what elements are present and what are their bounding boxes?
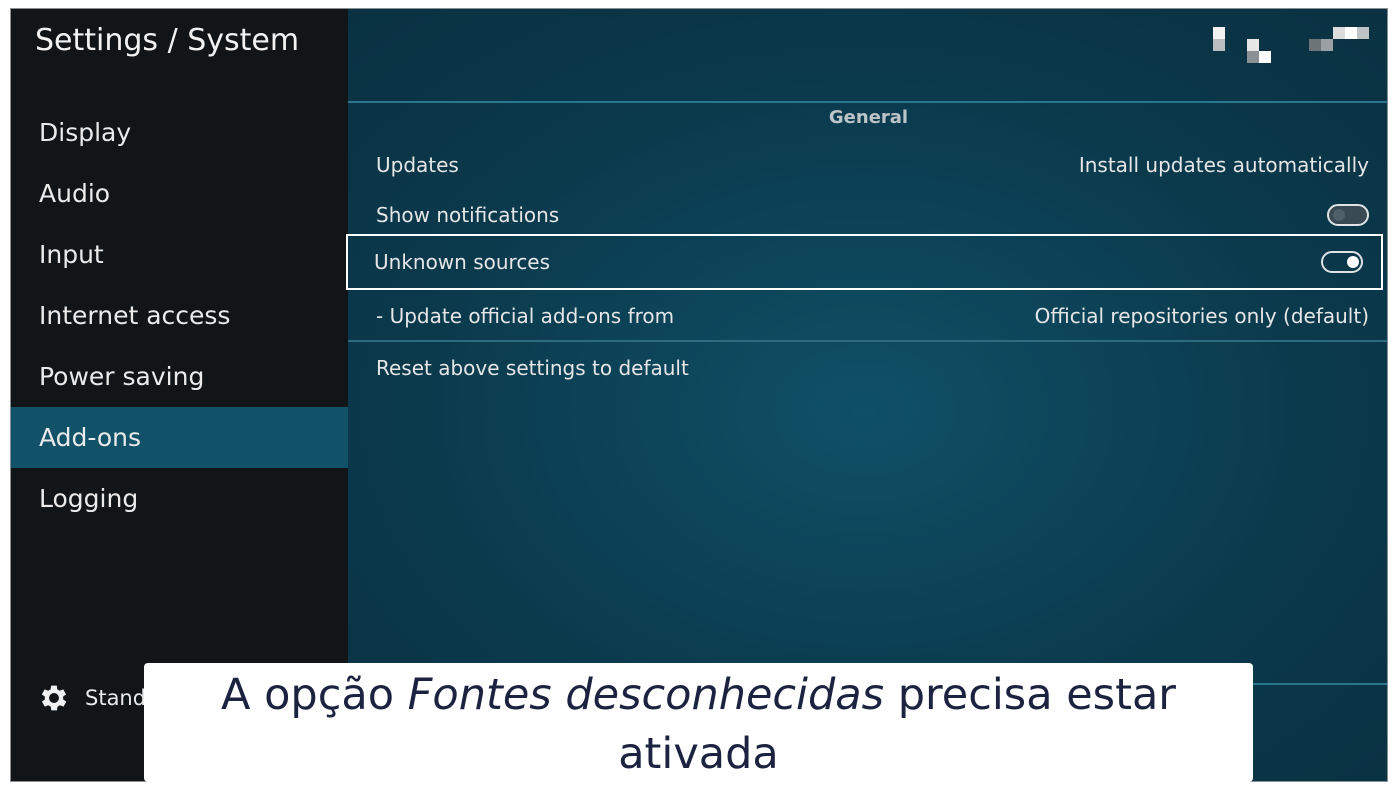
header-divider bbox=[348, 101, 1387, 103]
setting-label: Updates bbox=[376, 153, 459, 177]
setting-update-official-addons-from[interactable]: - Update official add-ons from Official … bbox=[348, 291, 1387, 341]
window-title: Settings / System bbox=[35, 23, 300, 58]
setting-label: - Update official add-ons from bbox=[376, 304, 675, 328]
show-notifications-toggle[interactable] bbox=[1327, 204, 1369, 226]
sidebar-item-audio[interactable]: Audio bbox=[11, 163, 348, 224]
unknown-sources-toggle[interactable] bbox=[1321, 251, 1363, 273]
reset-settings-button[interactable]: Reset above settings to default bbox=[348, 343, 1387, 393]
sidebar-item-input[interactable]: Input bbox=[11, 224, 348, 285]
settings-category-menu: Display Audio Input Internet access Powe… bbox=[11, 102, 348, 529]
setting-value: Official repositories only (default) bbox=[1034, 304, 1369, 328]
setting-show-notifications[interactable]: Show notifications bbox=[348, 190, 1387, 240]
pixelated-logo bbox=[1209, 27, 1369, 67]
sidebar-item-add-ons[interactable]: Add-ons bbox=[11, 407, 348, 468]
caption-prefix: A opção bbox=[221, 670, 408, 720]
caption-emphasis: Fontes desconhecidas bbox=[407, 670, 885, 720]
settings-divider bbox=[348, 340, 1387, 342]
sidebar-item-display[interactable]: Display bbox=[11, 102, 348, 163]
setting-value: Install updates automatically bbox=[1078, 153, 1369, 177]
caption-overlay: A opção Fontes desconhecidas precisa est… bbox=[144, 663, 1253, 782]
sidebar-item-internet-access[interactable]: Internet access bbox=[11, 285, 348, 346]
gear-icon bbox=[41, 685, 67, 711]
sidebar-item-logging[interactable]: Logging bbox=[11, 468, 348, 529]
setting-label: Show notifications bbox=[376, 203, 560, 227]
setting-label: Unknown sources bbox=[374, 250, 551, 274]
settings-level-button[interactable]: Standa bbox=[37, 681, 159, 715]
setting-unknown-sources[interactable]: Unknown sources bbox=[346, 234, 1383, 290]
section-title: General bbox=[828, 107, 909, 128]
footer-divider bbox=[1253, 683, 1387, 685]
reset-label: Reset above settings to default bbox=[376, 356, 689, 380]
sidebar-item-power-saving[interactable]: Power saving bbox=[11, 346, 348, 407]
setting-updates[interactable]: Updates Install updates automatically bbox=[348, 140, 1387, 190]
